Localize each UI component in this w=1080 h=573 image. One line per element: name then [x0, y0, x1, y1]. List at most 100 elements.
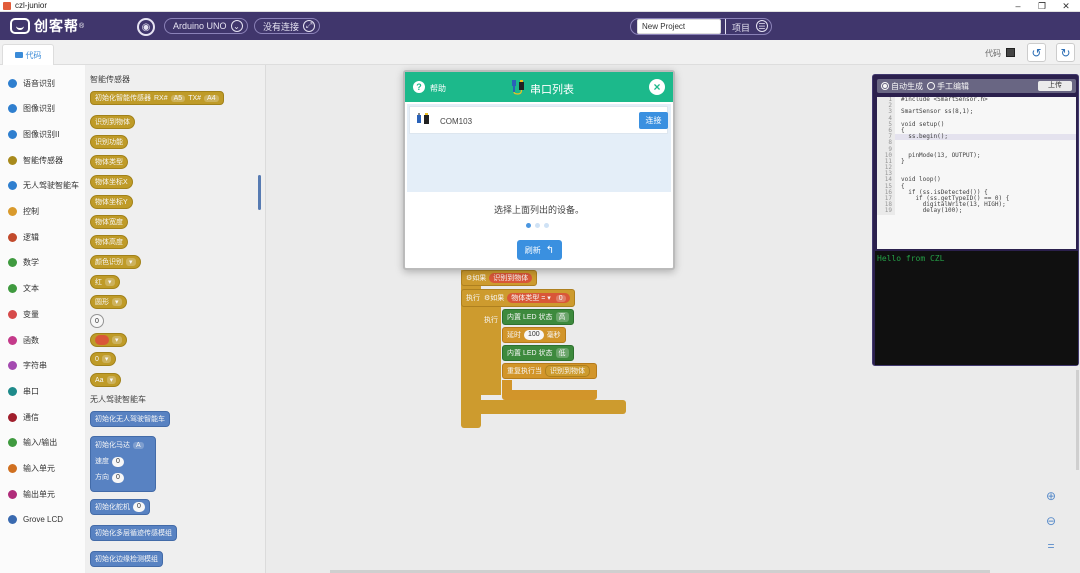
board-select[interactable]: Arduino UNO ⌄ — [164, 18, 248, 34]
category-label: 文本 — [23, 284, 39, 294]
category-item[interactable]: 无人驾驶智能车 — [0, 176, 86, 196]
category-color-icon — [8, 489, 17, 499]
category-label: 逻辑 — [23, 232, 39, 242]
port-row[interactable]: COM103 连接 — [409, 106, 668, 134]
category-color-icon — [8, 284, 17, 294]
app-icon — [3, 1, 11, 10]
connection-label: 没有连接 — [263, 21, 300, 32]
window-title: czl-junior — [15, 1, 48, 10]
logo-registered: ® — [79, 22, 86, 30]
globe-icon[interactable]: ◉ — [137, 18, 155, 36]
tab-code-label: 代码 — [25, 50, 42, 60]
category-color-icon — [8, 181, 17, 191]
category-label: 函数 — [23, 335, 39, 345]
category-color-icon — [8, 104, 17, 114]
category-color-icon — [8, 309, 17, 319]
category-label: 语音识别 — [23, 78, 55, 88]
logo-text: 创客帮 — [34, 18, 79, 34]
category-color-icon — [8, 515, 17, 525]
serial-port-dialog: ? 帮助 串口列表 × COM103 连接 选择上面列出的设备。 刷新 ↰ — [403, 70, 675, 270]
tab-code[interactable]: 代码 — [2, 44, 54, 65]
category-item[interactable]: 逻辑 — [0, 227, 86, 247]
category-label: 输入/输出 — [23, 438, 58, 448]
dialog-title: 串口列表 — [530, 84, 574, 96]
category-color-icon — [8, 386, 17, 396]
category-color-icon — [8, 464, 17, 473]
project-label: 项目 — [732, 23, 751, 33]
category-item[interactable]: 文本 — [0, 279, 86, 299]
logo-icon — [10, 18, 30, 34]
undo-icon: ↺ — [1031, 45, 1042, 60]
undo-button[interactable]: ↺ — [1027, 43, 1046, 62]
category-label: 通信 — [23, 412, 39, 422]
category-label: 输出单元 — [23, 489, 55, 499]
category-item[interactable]: 图像识别 — [0, 99, 86, 119]
cube-icon — [14, 52, 23, 58]
app-logo: 创客帮 ® — [10, 15, 85, 37]
category-label: 数学 — [23, 258, 39, 268]
category-label: 输入单元 — [23, 464, 55, 473]
dialog-header: ? 帮助 串口列表 × — [405, 72, 673, 102]
connect-button[interactable]: 连接 — [639, 112, 668, 129]
category-color-icon — [8, 258, 17, 268]
category-item[interactable]: 通信 — [0, 407, 86, 427]
close-window-button[interactable]: ✕ — [1054, 0, 1078, 12]
category-item[interactable]: 字符串 — [0, 356, 86, 376]
loading-dots — [526, 223, 549, 228]
category-item[interactable]: 数学 — [0, 253, 86, 273]
category-item[interactable]: 输入单元 — [0, 459, 86, 479]
loading-dot — [544, 223, 549, 228]
category-label: 控制 — [23, 207, 39, 216]
category-color-icon — [8, 78, 17, 88]
help-icon[interactable]: ? — [413, 81, 425, 93]
project-divider — [725, 19, 726, 34]
close-icon[interactable]: × — [649, 79, 665, 95]
refresh-label: 刷新 — [524, 245, 541, 255]
restore-button[interactable]: ❐ — [1030, 0, 1054, 12]
category-item[interactable]: 串口 — [0, 381, 86, 401]
minimize-button[interactable]: – — [1006, 0, 1030, 12]
category-color-icon — [8, 335, 17, 345]
redo-icon: ↻ — [1060, 45, 1071, 60]
category-item[interactable]: 智能传感器 — [0, 150, 86, 170]
project-name-input[interactable] — [637, 19, 721, 34]
category-label: 智能传感器 — [23, 155, 63, 165]
category-color-icon — [8, 155, 17, 165]
category-item[interactable]: 输入/输出 — [0, 433, 86, 453]
usb-icon — [417, 113, 429, 124]
refresh-button[interactable]: 刷新 ↰ — [517, 240, 562, 260]
tab-bar: 代码 代码 ↺ ↻ — [0, 40, 1080, 65]
code-toggle-checkbox[interactable] — [1006, 48, 1015, 57]
category-item[interactable]: Grove LCD — [0, 510, 86, 530]
category-item[interactable]: 图像识别II — [0, 124, 86, 144]
category-label: 图像识别 — [23, 104, 55, 114]
category-color-icon — [8, 129, 17, 139]
category-sidebar: 语音识别图像识别图像识别II 智能传感器无人驾驶智能车 控制逻辑数学文本变量函数字符… — [0, 65, 86, 573]
category-item[interactable]: 函数 — [0, 330, 86, 350]
category-item[interactable]: 输出单元 — [0, 484, 86, 504]
dialog-message: 选择上面列出的设备。 — [493, 205, 584, 215]
board-label: Arduino UNO — [173, 21, 227, 31]
category-item[interactable]: 控制 — [0, 202, 86, 222]
category-label: 字符串 — [23, 361, 47, 371]
chevron-down-icon: ⌄ — [230, 20, 243, 32]
category-color-icon — [8, 412, 17, 422]
category-label: 无人驾驶智能车 — [23, 181, 79, 191]
app-header: 创客帮® ◉ Arduino UNO ⌄ 没有连接 ⤢ 项目 ☰ — [0, 12, 1080, 40]
loading-dot — [526, 223, 531, 228]
help-label[interactable]: 帮助 — [430, 83, 446, 94]
connection-status[interactable]: 没有连接 ⤢ — [254, 18, 321, 34]
category-color-icon — [8, 207, 17, 216]
refresh-icon: ↰ — [545, 244, 555, 256]
code-toggle-label: 代码 — [985, 49, 1001, 58]
port-list: COM103 连接 — [407, 104, 671, 192]
list-icon[interactable]: ☰ — [756, 20, 768, 32]
redo-button[interactable]: ↻ — [1056, 43, 1075, 62]
usb-icon — [512, 80, 524, 95]
category-item[interactable]: 变量 — [0, 304, 86, 324]
window-titlebar: czl-junior – ❐ ✕ — [0, 0, 1080, 12]
category-item[interactable]: 语音识别 — [0, 73, 86, 93]
category-color-icon — [8, 438, 17, 448]
category-color-icon — [8, 361, 17, 371]
category-label: 串口 — [23, 386, 39, 396]
